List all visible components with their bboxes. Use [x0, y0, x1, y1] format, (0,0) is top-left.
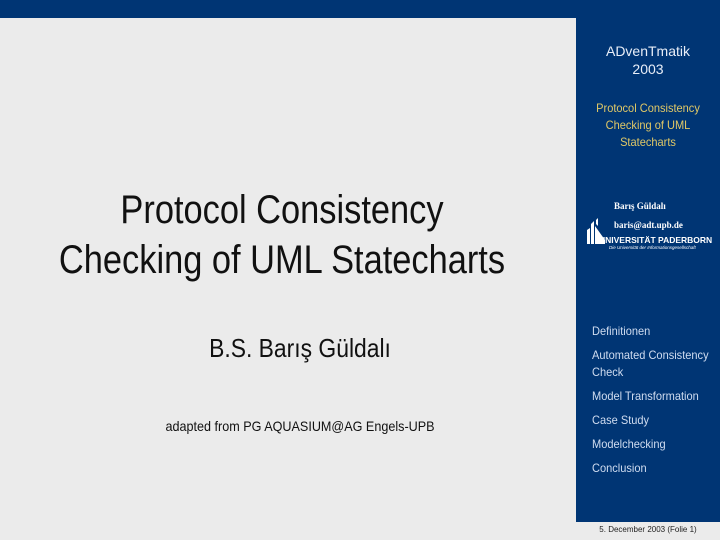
presenter-name: B.S. Barış Güldalı — [209, 333, 391, 363]
conference-name: ADvenTmatik — [605, 43, 691, 59]
nav-item-definitionen[interactable]: Definitionen — [592, 323, 707, 340]
university-logo: UNIVERSITÄT PADERBORN Die Universität de… — [585, 216, 715, 252]
nav-item-automated-consistency-check[interactable]: Automated Consistency Check — [592, 347, 712, 381]
sidebar: ADvenTmatik 2003 Protocol Consistency Ch… — [576, 18, 720, 522]
talk-title-line: Protocol Consistency — [596, 101, 700, 115]
talk-title-line: Statecharts — [620, 135, 676, 149]
top-bar — [0, 0, 720, 18]
nav-item-conclusion[interactable]: Conclusion — [592, 460, 707, 477]
adapted-from-note: adapted from PG AQUASIUM@AG Engels-UPB — [165, 418, 435, 434]
nav-item-modelchecking[interactable]: Modelchecking — [592, 436, 707, 453]
slide-title-line: Checking of UML Statecharts — [58, 238, 506, 282]
talk-title: Protocol Consistency Checking of UML Sta… — [582, 100, 714, 151]
conference-year: 2003 — [632, 61, 664, 77]
nav-item-model-transformation[interactable]: Model Transformation — [592, 388, 707, 405]
talk-title-line: Checking of UML — [605, 118, 691, 132]
slide-title-line: Protocol Consistency — [120, 188, 444, 232]
university-name: UNIVERSITÄT PADERBORN — [599, 235, 713, 245]
sidebar-nav: Definitionen Automated Consistency Check… — [592, 323, 717, 484]
footer-date-slide: 5. December 2003 (Folie 1) — [599, 525, 697, 534]
slide-title: Protocol Consistency Checking of UML Sta… — [39, 185, 524, 285]
conference-title: ADvenTmatik 2003 — [576, 42, 720, 78]
nav-item-case-study[interactable]: Case Study — [592, 412, 707, 429]
author-name: Barış Güldalı — [614, 201, 666, 211]
nav-item-label: Automated Consistency Check — [592, 348, 709, 379]
university-tagline: Die Universität der Informationsgesellsc… — [609, 245, 696, 250]
